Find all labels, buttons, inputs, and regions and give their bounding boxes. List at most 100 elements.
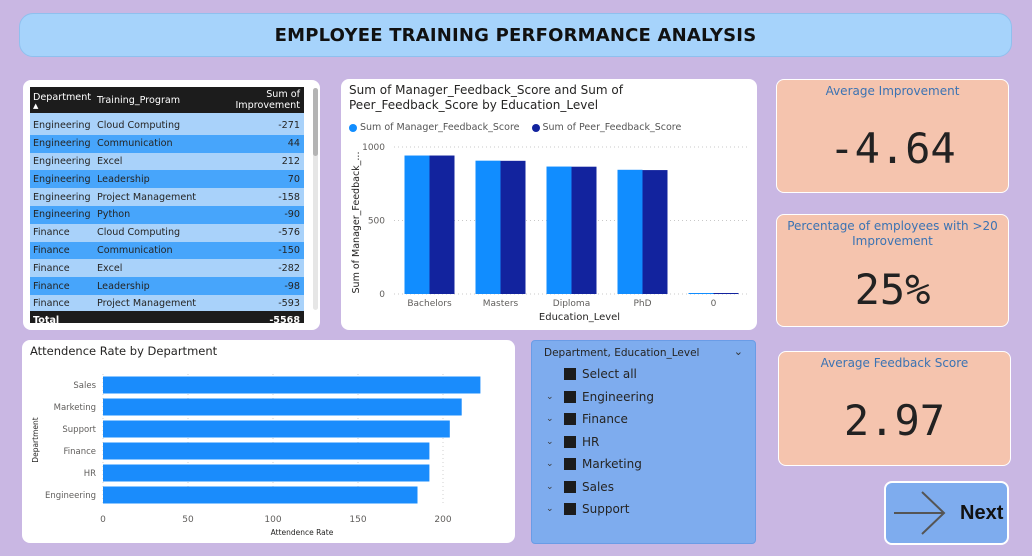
expand-chevron-icon[interactable]: ⌄ bbox=[546, 459, 560, 469]
slicer-item-label: Marketing bbox=[582, 457, 642, 471]
kpi-label: Percentage of employees with >20 Improve… bbox=[787, 219, 998, 248]
bar-manager bbox=[475, 160, 501, 294]
table-row[interactable]: Finance Excel -282 bbox=[30, 259, 304, 278]
cell-training-program: Leadership bbox=[94, 170, 198, 189]
x-tick-label: Diploma bbox=[553, 299, 590, 309]
x-tick-label: 200 bbox=[434, 515, 451, 525]
slicer-item[interactable]: ⌄ Engineering bbox=[546, 388, 654, 406]
feedback-by-education-chart[interactable]: Sum of Manager_Feedback_Score and Sum of… bbox=[341, 79, 757, 330]
table-row[interactable]: Engineering Communication 44 bbox=[30, 134, 304, 153]
y-axis-title: Sum of Manager_Feedback_... bbox=[351, 152, 362, 294]
table-scrollbar[interactable] bbox=[313, 88, 318, 310]
expand-chevron-icon[interactable]: ⌄ bbox=[546, 437, 560, 447]
kpi-card-avg-improvement: Average Improvement -4.64 bbox=[776, 79, 1009, 193]
cell-training-program: Communication bbox=[94, 241, 198, 260]
cell-training-program: Excel bbox=[94, 152, 198, 171]
column-header-sum-improvement[interactable]: Sum of Improvement bbox=[198, 87, 304, 113]
total-value: -5568 bbox=[269, 314, 300, 324]
cell-department: Engineering bbox=[30, 134, 94, 153]
page-title: EMPLOYEE TRAINING PERFORMANCE ANALYSIS bbox=[274, 24, 757, 46]
kpi-value: 2.97 bbox=[843, 396, 946, 445]
bar-attendance bbox=[103, 442, 430, 460]
slicer-item[interactable]: ⌄ Finance bbox=[546, 410, 628, 428]
cell-improvement: -158 bbox=[198, 188, 304, 206]
bar-manager bbox=[617, 169, 643, 294]
cell-department: Finance bbox=[30, 259, 94, 278]
cell-improvement: -576 bbox=[198, 223, 304, 242]
kpi-value: -4.64 bbox=[829, 124, 956, 173]
bar-manager bbox=[546, 166, 572, 294]
y-tick-label: Support bbox=[62, 425, 96, 435]
slicer-item-label: Finance bbox=[582, 412, 628, 426]
table-row[interactable]: Engineering Excel 212 bbox=[30, 152, 304, 171]
y-tick-label: Engineering bbox=[45, 491, 96, 501]
table-row[interactable]: Engineering Cloud Computing -271 bbox=[30, 117, 304, 135]
cell-improvement: 70 bbox=[198, 170, 304, 189]
table-row[interactable]: Finance Leadership -98 bbox=[30, 277, 304, 295]
slicer-item-label: HR bbox=[582, 434, 600, 449]
checkbox[interactable] bbox=[564, 480, 576, 493]
checkbox[interactable] bbox=[564, 390, 576, 403]
chevron-down-icon[interactable]: ⌄ bbox=[734, 345, 743, 358]
slicer-item[interactable]: ⌄ Sales bbox=[546, 478, 614, 496]
x-axis-title: Attendence Rate bbox=[271, 528, 334, 537]
x-tick-label: 150 bbox=[349, 515, 366, 525]
slicer-item-label: Support bbox=[582, 502, 630, 516]
column-header-training-program[interactable]: Training_Program bbox=[94, 87, 198, 113]
next-button[interactable]: Next bbox=[884, 481, 1009, 545]
x-tick-label: 50 bbox=[182, 515, 194, 525]
checkbox[interactable] bbox=[564, 503, 576, 515]
y-tick-label: HR bbox=[84, 469, 96, 479]
attendance-by-department-chart[interactable]: Attendence Rate by Department 0 50 100 150 2… bbox=[22, 340, 515, 543]
department-education-slicer[interactable]: Department, Education_Level ⌄ Select all… bbox=[531, 340, 756, 544]
bar-attendance bbox=[103, 464, 430, 482]
cell-improvement: 44 bbox=[198, 134, 304, 153]
cell-training-program: Python bbox=[94, 205, 198, 224]
expand-chevron-icon[interactable]: ⌄ bbox=[546, 392, 560, 402]
table-row[interactable]: Engineering Leadership 70 bbox=[30, 170, 304, 189]
slicer-item-label: Select all bbox=[582, 367, 637, 381]
kpi-value: 25% bbox=[854, 265, 931, 314]
bar-peer bbox=[429, 155, 455, 294]
improvement-table[interactable]: Department ▲ Training_Program Sum of Impr… bbox=[30, 87, 304, 323]
title-banner: EMPLOYEE TRAINING PERFORMANCE ANALYSIS bbox=[19, 13, 1012, 57]
bar-peer bbox=[713, 293, 739, 294]
cell-department: Engineering bbox=[30, 170, 94, 189]
table-row[interactable]: Finance Cloud Computing -576 bbox=[30, 223, 304, 242]
checkbox[interactable] bbox=[564, 368, 576, 380]
checkbox[interactable] bbox=[564, 413, 576, 425]
expand-chevron-icon[interactable]: ⌄ bbox=[546, 504, 560, 514]
x-tick-label: 0 bbox=[711, 299, 717, 309]
slicer-item[interactable]: ⌄ Marketing bbox=[546, 455, 642, 473]
bar-attendance bbox=[103, 486, 418, 504]
cell-department: Finance bbox=[30, 223, 94, 242]
expand-chevron-icon[interactable]: ⌄ bbox=[546, 482, 560, 492]
column-header-department[interactable]: Department ▲ bbox=[30, 87, 94, 113]
cell-department: Finance bbox=[30, 277, 94, 295]
slicer-item-label: Engineering bbox=[582, 389, 654, 404]
cell-training-program: Excel bbox=[94, 259, 198, 278]
cell-training-program: Cloud Computing bbox=[94, 223, 198, 242]
table-row[interactable]: Engineering Python -90 bbox=[30, 205, 304, 224]
y-axis-title: Department bbox=[31, 417, 40, 462]
cell-improvement: 212 bbox=[198, 152, 304, 171]
checkbox[interactable] bbox=[564, 435, 576, 448]
kpi-label: Average Improvement bbox=[825, 84, 960, 98]
cell-department: Engineering bbox=[30, 188, 94, 206]
table-row[interactable]: Finance Communication -150 bbox=[30, 241, 304, 260]
slicer-item[interactable]: ⌄ HR bbox=[546, 433, 599, 451]
scrollbar-thumb[interactable] bbox=[313, 88, 318, 156]
y-tick-label: 500 bbox=[368, 217, 385, 227]
cell-department: Engineering bbox=[30, 152, 94, 171]
cell-training-program: Project Management bbox=[94, 188, 198, 206]
x-axis-title: Education_Level bbox=[539, 312, 620, 323]
cell-improvement: -98 bbox=[198, 277, 304, 295]
table-row[interactable]: Engineering Project Management -158 bbox=[30, 188, 304, 206]
cell-training-program: Leadership bbox=[94, 277, 198, 295]
cell-department: Engineering bbox=[30, 117, 94, 135]
y-tick-label: 1000 bbox=[362, 143, 385, 153]
slicer-select-all[interactable]: Select all bbox=[546, 365, 637, 383]
checkbox[interactable] bbox=[564, 458, 576, 470]
expand-chevron-icon[interactable]: ⌄ bbox=[546, 414, 560, 424]
slicer-item[interactable]: ⌄ Support bbox=[546, 500, 629, 518]
